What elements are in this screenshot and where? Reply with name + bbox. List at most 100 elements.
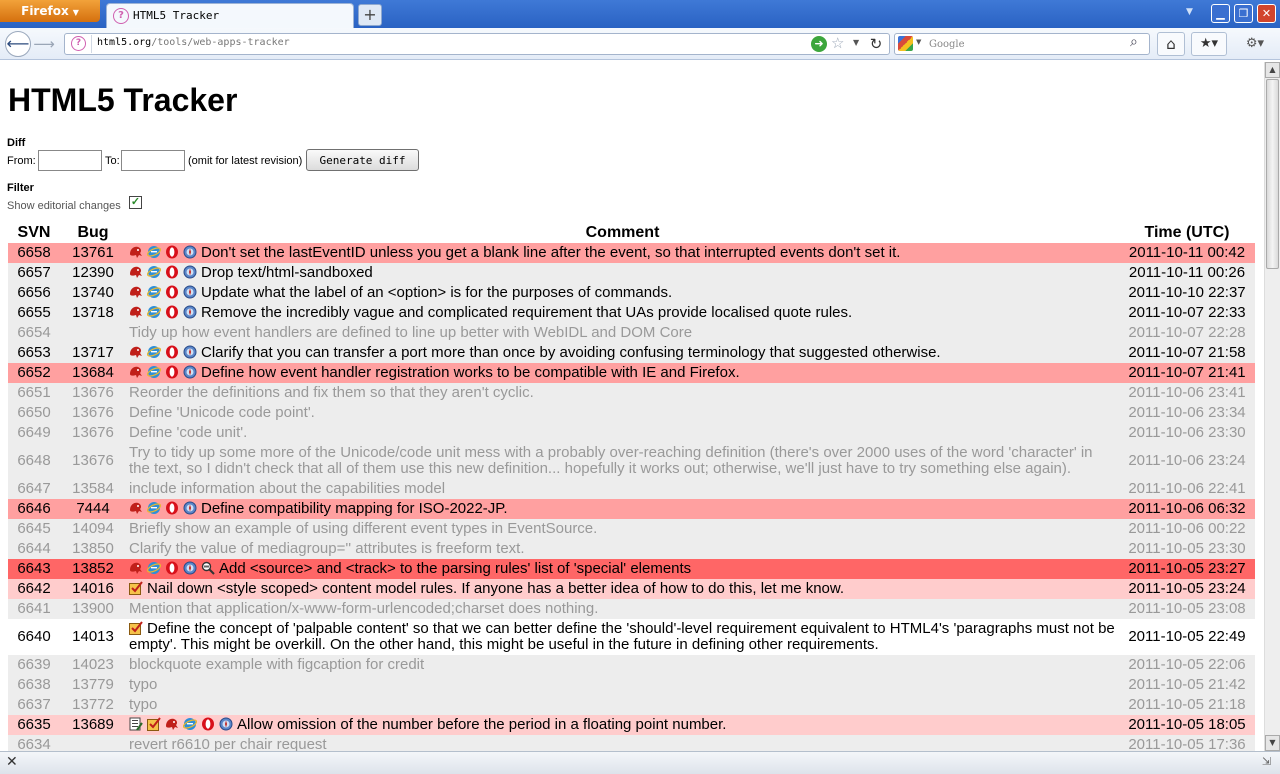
svn-revision-link[interactable]: 6646 <box>17 500 50 517</box>
bug-link[interactable]: 13852 <box>72 560 114 577</box>
bug-link[interactable]: 13676 <box>72 404 114 421</box>
browser-tab[interactable]: ? HTML5 Tracker <box>106 3 354 28</box>
editorial-changes-checkbox[interactable]: ✓ <box>129 196 142 209</box>
to-revision-input[interactable] <box>121 150 185 171</box>
comment-text: Add <source> and <track> to the parsing … <box>219 560 692 577</box>
time-cell: 2011-10-05 18:05 <box>1128 716 1246 733</box>
addon-toolbar-button[interactable]: ⚙▾ <box>1234 32 1276 56</box>
svn-revision-link[interactable]: 6649 <box>17 424 50 441</box>
scroll-thumb[interactable] <box>1266 79 1279 269</box>
comment-text: Try to tidy up some more of the Unicode/… <box>129 444 1093 477</box>
svn-revision-link[interactable]: 6656 <box>17 284 50 301</box>
svn-revision-link[interactable]: 6657 <box>17 264 50 281</box>
bug-cell: 13718 <box>60 303 126 323</box>
forward-button[interactable]: ⟶ <box>33 35 55 53</box>
bug-link[interactable]: 13900 <box>72 600 114 617</box>
svn-revision-link[interactable]: 6641 <box>17 600 50 617</box>
bug-link[interactable]: 7444 <box>76 500 109 517</box>
comment-cell: Define 'code unit'. <box>126 423 1119 443</box>
bug-link[interactable]: 14016 <box>72 580 114 597</box>
comment-text: Define the concept of 'palpable content'… <box>129 620 1115 653</box>
table-row: 6634 revert r6610 per chair request 2011-1… <box>8 735 1255 751</box>
back-button[interactable]: ⟵ <box>5 31 31 57</box>
go-arrow-icon[interactable]: ➜ <box>811 36 827 52</box>
svn-revision-link[interactable]: 6647 <box>17 480 50 497</box>
bug-link[interactable]: 13676 <box>72 384 114 401</box>
close-addon-bar-icon[interactable]: ✕ <box>6 754 18 770</box>
search-input[interactable] <box>929 36 1125 52</box>
bookmark-star-icon[interactable]: ☆ <box>831 34 844 52</box>
svn-revision-link[interactable]: 6640 <box>17 628 50 645</box>
bug-cell: 13676 <box>60 403 126 423</box>
bug-link[interactable]: 14094 <box>72 520 114 537</box>
from-revision-input[interactable] <box>38 150 102 171</box>
scroll-up-button[interactable]: ▲ <box>1265 62 1280 78</box>
close-window-button[interactable]: ✕ <box>1257 4 1276 23</box>
minimize-button[interactable]: ▁ <box>1211 4 1230 23</box>
tab-list-icon[interactable]: ▼ <box>1186 7 1193 17</box>
bug-link[interactable]: 13772 <box>72 696 114 713</box>
site-identity-button[interactable]: ? <box>67 35 92 53</box>
bug-cell: 13850 <box>60 539 126 559</box>
svn-revision-link[interactable]: 6658 <box>17 244 50 261</box>
svn-revision-link[interactable]: 6642 <box>17 580 50 597</box>
svn-revision-link[interactable]: 6655 <box>17 304 50 321</box>
scroll-down-button[interactable]: ▼ <box>1265 735 1280 751</box>
bug-link[interactable]: 14013 <box>72 628 114 645</box>
bug-link[interactable]: 13684 <box>72 364 114 381</box>
bug-link[interactable]: 13676 <box>72 452 114 469</box>
address-bar[interactable]: ? html5.org/tools/web-apps-tracker ➜ ☆ ▼ <box>64 33 890 55</box>
url-history-dropdown-icon[interactable]: ▼ <box>853 38 859 47</box>
firefox-menu-button[interactable]: Firefox ▼ <box>0 0 100 22</box>
search-engine-icon[interactable] <box>898 36 913 51</box>
svn-revision-link[interactable]: 6643 <box>17 560 50 577</box>
bug-link[interactable]: 13779 <box>72 676 114 693</box>
bug-link[interactable]: 13689 <box>72 716 114 733</box>
time-cell: 2011-10-07 22:28 <box>1128 324 1246 341</box>
filter-heading: Filter <box>7 182 34 194</box>
bug-link[interactable]: 14023 <box>72 656 114 673</box>
url-text[interactable]: html5.org/tools/web-apps-tracker <box>97 37 290 48</box>
svn-revision-link[interactable]: 6638 <box>17 676 50 693</box>
svn-revision-link[interactable]: 6634 <box>17 736 50 752</box>
svn-revision-link[interactable]: 6654 <box>17 324 50 341</box>
svn-revision-cell: 6656 <box>8 283 60 303</box>
svn-revision-link[interactable]: 6645 <box>17 520 50 537</box>
bug-link[interactable]: 13740 <box>72 284 114 301</box>
bug-link[interactable]: 13676 <box>72 424 114 441</box>
new-tab-button[interactable]: + <box>358 4 382 26</box>
svn-revision-link[interactable]: 6639 <box>17 656 50 673</box>
table-row: 6635 13689 Allow omission of the number be… <box>8 715 1255 735</box>
bug-link[interactable]: 12390 <box>72 264 114 281</box>
bug-link[interactable]: 13850 <box>72 540 114 557</box>
validator-icon <box>201 561 215 575</box>
gecko-icon <box>129 285 143 299</box>
home-button[interactable]: ⌂ <box>1157 32 1185 56</box>
generate-diff-button[interactable]: Generate diff <box>306 149 419 171</box>
svn-revision-link[interactable]: 6635 <box>17 716 50 733</box>
search-engine-dropdown-icon[interactable]: ▼ <box>916 38 921 46</box>
resize-grip-icon[interactable]: ⇲ <box>1262 755 1276 769</box>
time-cell: 2011-10-07 22:33 <box>1128 304 1246 321</box>
bug-link[interactable]: 13584 <box>72 480 114 497</box>
bug-link[interactable]: 13718 <box>72 304 114 321</box>
ie-icon <box>147 265 161 279</box>
bug-link[interactable]: 13761 <box>72 244 114 261</box>
comment-cell: Allow omission of the number before the … <box>126 715 1119 735</box>
svn-revision-link[interactable]: 6648 <box>17 452 50 469</box>
bookmarks-menu-button[interactable]: ★▾ <box>1191 32 1227 56</box>
search-magnifier-icon[interactable]: ⌕ <box>1130 34 1138 50</box>
svn-revision-cell: 6648 <box>8 443 60 479</box>
bug-link[interactable]: 13717 <box>72 344 114 361</box>
svn-revision-link[interactable]: 6652 <box>17 364 50 381</box>
search-bar[interactable]: ▼ ⌕ <box>894 33 1150 55</box>
vertical-scrollbar[interactable]: ▲ ▼ <box>1264 62 1280 751</box>
svn-revision-link[interactable]: 6637 <box>17 696 50 713</box>
comment-text: Define compatibility mapping for ISO-202… <box>201 500 508 517</box>
svn-revision-link[interactable]: 6650 <box>17 404 50 421</box>
maximize-button[interactable]: ❐ <box>1234 4 1253 23</box>
svn-revision-link[interactable]: 6644 <box>17 540 50 557</box>
reload-button[interactable]: ↻ <box>866 34 886 54</box>
svn-revision-link[interactable]: 6651 <box>17 384 50 401</box>
svn-revision-link[interactable]: 6653 <box>17 344 50 361</box>
